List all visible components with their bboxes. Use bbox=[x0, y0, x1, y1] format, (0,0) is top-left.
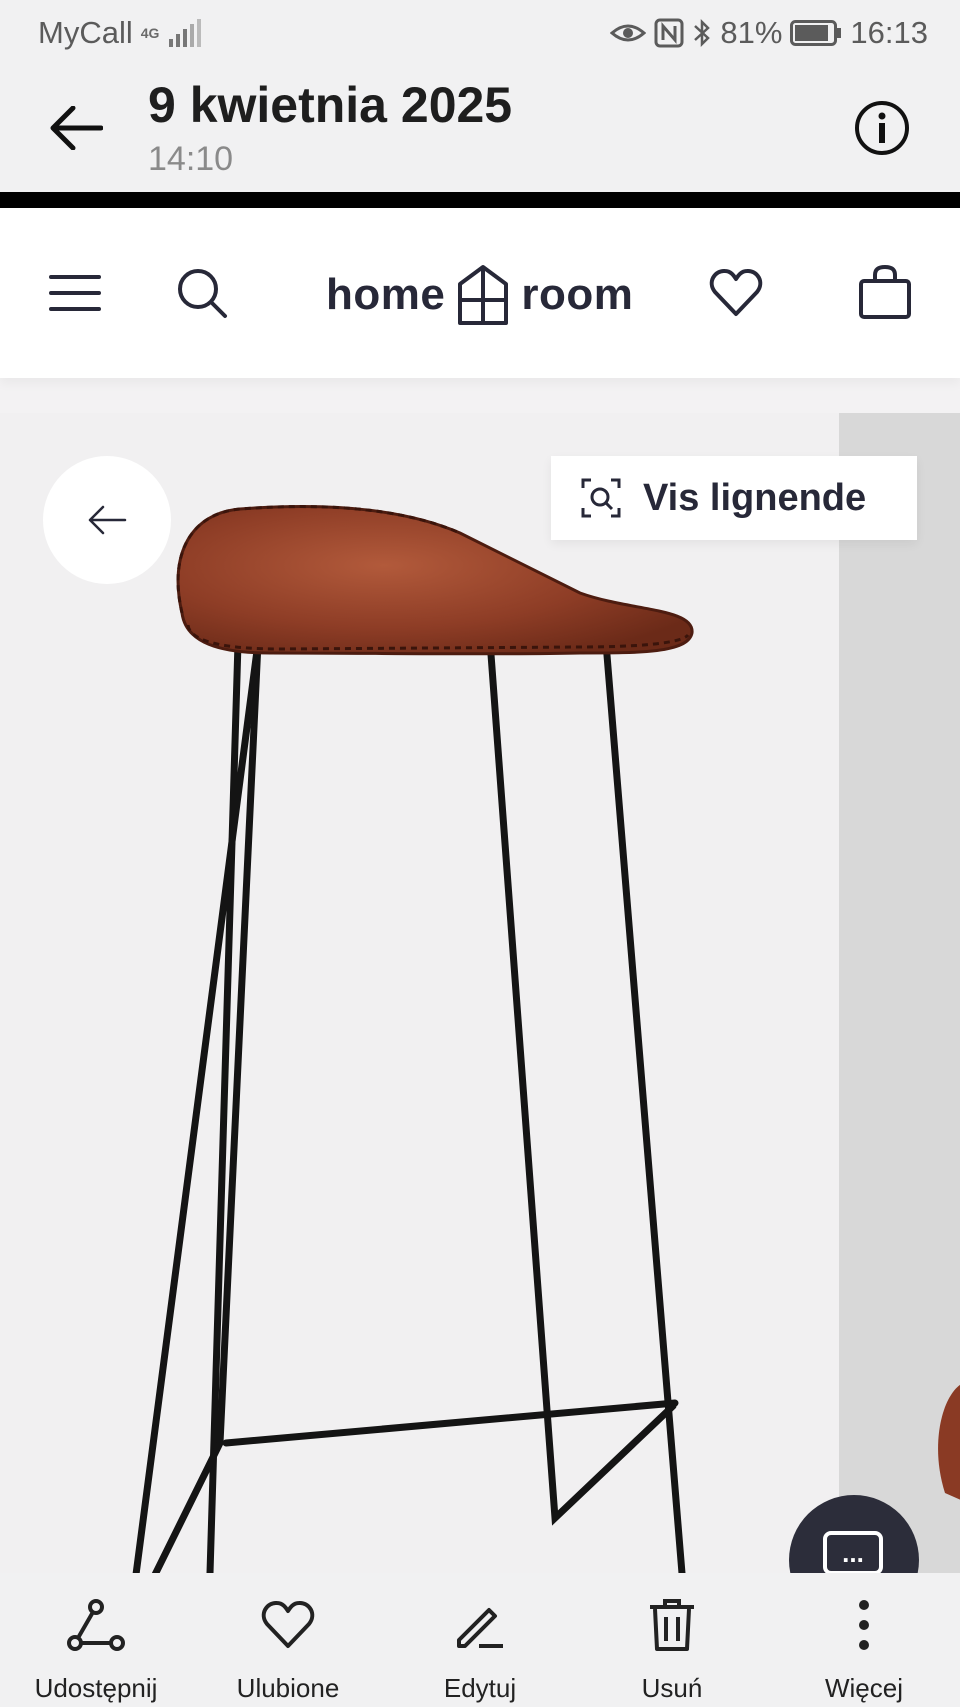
photo-viewer[interactable]: home room Vis lignende ... bbox=[0, 208, 960, 1573]
visual-search-icon bbox=[581, 478, 621, 518]
divider bbox=[0, 192, 960, 208]
status-right: 81% 16:13 bbox=[610, 15, 928, 51]
status-bar: MyCall 4G 81% 16:13 bbox=[0, 0, 960, 66]
arrow-left-icon bbox=[50, 106, 103, 150]
bar-stool-image bbox=[132, 505, 694, 1573]
bluetooth-icon bbox=[694, 18, 711, 48]
favorite-button[interactable]: Ulubione bbox=[192, 1573, 384, 1707]
homeroom-logo[interactable]: home room bbox=[326, 260, 633, 330]
more-button[interactable]: Więcej bbox=[768, 1573, 960, 1707]
favorite-label: Ulubione bbox=[236, 1673, 340, 1703]
status-left: MyCall 4G bbox=[38, 15, 202, 51]
more-icon bbox=[834, 1595, 894, 1655]
cart-button[interactable] bbox=[855, 263, 915, 323]
battery-percent: 81% bbox=[720, 15, 783, 50]
search-icon bbox=[178, 269, 227, 318]
shopping-bag-icon bbox=[859, 265, 911, 319]
chat-icon: ... bbox=[823, 1531, 883, 1573]
arrow-left-icon bbox=[88, 505, 127, 535]
hamburger-icon bbox=[49, 275, 101, 311]
info-button[interactable] bbox=[852, 98, 912, 158]
edit-button[interactable]: Edytuj bbox=[384, 1573, 576, 1707]
battery-icon bbox=[790, 20, 842, 46]
view-similar-label: Vis lignende bbox=[643, 476, 867, 519]
nfc-icon bbox=[654, 18, 684, 48]
more-label: Więcej bbox=[824, 1673, 903, 1703]
image-prev-button[interactable] bbox=[43, 456, 171, 584]
site-nav: home room bbox=[0, 208, 960, 378]
edit-icon bbox=[450, 1595, 510, 1655]
next-image-seat-fragment bbox=[938, 1385, 960, 1500]
bottom-action-bar: Udostępnij Ulubione Edytuj Usuń Więcej bbox=[0, 1573, 960, 1707]
gallery-header: 9 kwietnia 2025 14:10 bbox=[0, 66, 960, 190]
network-type: 4G bbox=[140, 25, 160, 41]
view-similar-button[interactable]: Vis lignende bbox=[551, 456, 917, 540]
photo-time: 14:10 bbox=[148, 140, 234, 178]
heart-icon bbox=[709, 269, 763, 316]
wishlist-button[interactable] bbox=[706, 263, 766, 323]
eye-icon bbox=[610, 24, 647, 42]
share-icon bbox=[66, 1595, 126, 1655]
photo-date: 9 kwietnia 2025 bbox=[148, 77, 513, 133]
trash-icon bbox=[642, 1595, 702, 1655]
back-button[interactable] bbox=[44, 96, 108, 160]
search-button[interactable] bbox=[172, 263, 232, 323]
delete-button[interactable]: Usuń bbox=[576, 1573, 768, 1707]
house-logo-icon bbox=[458, 265, 509, 325]
carrier-name: MyCall bbox=[38, 15, 133, 50]
next-image-preview[interactable] bbox=[839, 413, 960, 1573]
edit-label: Edytuj bbox=[443, 1673, 517, 1703]
share-button[interactable]: Udostępnij bbox=[0, 1573, 192, 1707]
menu-button[interactable] bbox=[45, 263, 105, 323]
share-label: Udostępnij bbox=[34, 1673, 158, 1703]
heart-icon bbox=[258, 1595, 318, 1655]
logo-text-room: room bbox=[521, 270, 634, 319]
info-icon bbox=[855, 101, 909, 155]
signal-icon bbox=[169, 19, 202, 47]
logo-text-home: home bbox=[326, 270, 446, 319]
delete-label: Usuń bbox=[641, 1673, 703, 1703]
clock: 16:13 bbox=[850, 15, 928, 50]
